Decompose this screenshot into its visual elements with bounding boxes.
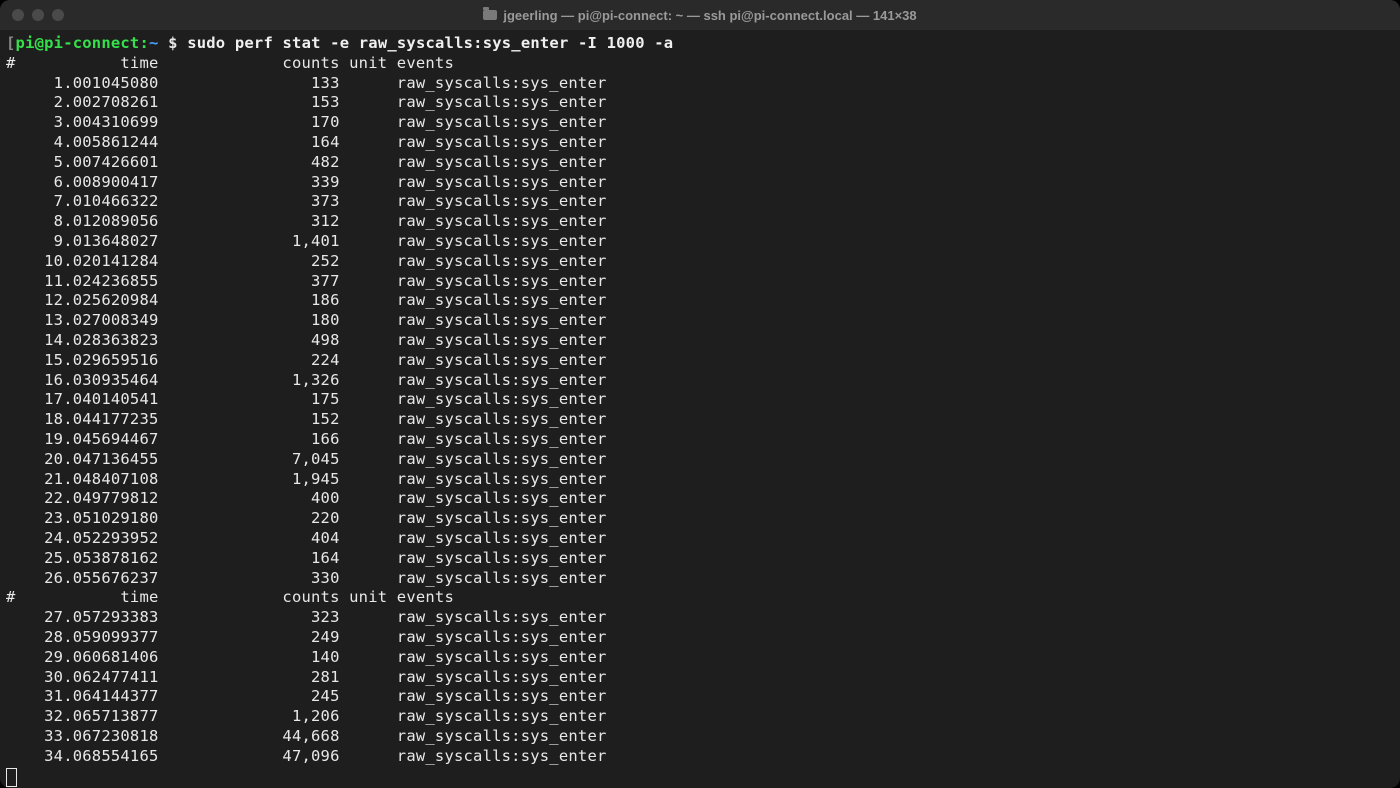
prompt-line: [pi@pi-connect:~ $ sudo perf stat -e raw… — [6, 34, 673, 52]
command-text: sudo perf stat -e raw_syscalls:sys_enter… — [187, 34, 673, 52]
titlebar[interactable]: jgeerling — pi@pi-connect: ~ — ssh pi@pi… — [0, 0, 1400, 30]
terminal-body[interactable]: [pi@pi-connect:~ $ sudo perf stat -e raw… — [0, 30, 1400, 788]
folder-icon — [483, 10, 497, 20]
cursor — [6, 768, 17, 787]
prompt-symbol: $ — [168, 34, 178, 52]
window-title-text: jgeerling — pi@pi-connect: ~ — ssh pi@pi… — [503, 8, 916, 23]
prompt-cwd: ~ — [149, 34, 159, 52]
window-title: jgeerling — pi@pi-connect: ~ — ssh pi@pi… — [0, 8, 1400, 23]
prompt-host: pi@pi-connect — [16, 34, 140, 52]
terminal-output: # time counts unit events 1.001045080 13… — [6, 54, 607, 765]
terminal-window: jgeerling — pi@pi-connect: ~ — ssh pi@pi… — [0, 0, 1400, 788]
